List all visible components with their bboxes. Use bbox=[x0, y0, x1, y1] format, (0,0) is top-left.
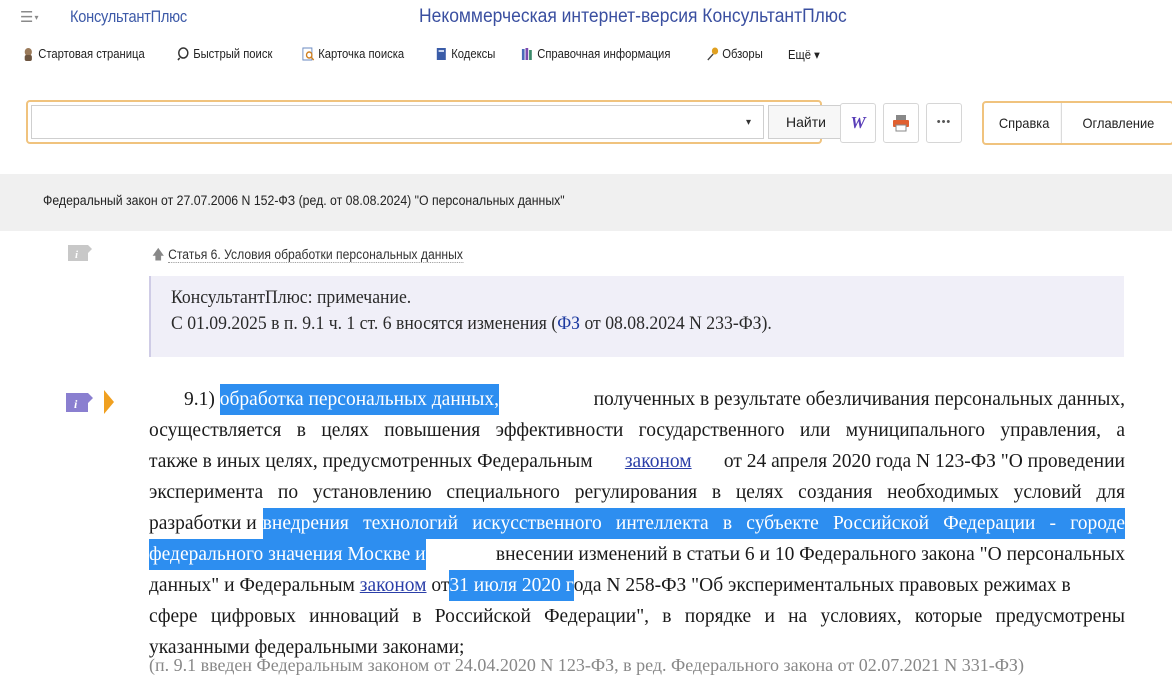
law-link[interactable]: законом bbox=[360, 570, 427, 601]
brand-logo[interactable]: КонсультантПлюс bbox=[70, 7, 187, 27]
text-line: федерального значения Москве и внесении … bbox=[149, 539, 1125, 570]
search-highlight: федерального значения Москве и bbox=[149, 539, 426, 570]
text-fragment: эксперимента по установлению специальног… bbox=[149, 482, 1125, 503]
search-bar: ▾ Найти bbox=[26, 100, 844, 144]
search-highlight: обработка персональных данных, bbox=[219, 384, 499, 415]
chevron-down-icon: ▾ bbox=[34, 13, 39, 23]
paragraph-number: 9.1) bbox=[184, 389, 215, 410]
text-fragment: данных" и Федеральным bbox=[149, 575, 355, 596]
find-button[interactable]: Найти bbox=[768, 105, 844, 139]
text-line: разработки и внедрения технологий искусс… bbox=[149, 508, 1125, 539]
chevron-down-icon: ▾ bbox=[745, 117, 752, 128]
search-card-icon bbox=[302, 47, 315, 61]
main-menu-button[interactable]: ☰▾ bbox=[20, 8, 46, 28]
document-header: Федеральный закон от 27.07.2006 N 152-ФЗ… bbox=[0, 174, 1172, 231]
menu-item-label: Обзоры bbox=[722, 47, 763, 61]
text-line: 9.1) обработка персональных данных, полу… bbox=[149, 384, 1125, 415]
text-fragment: данных" и Федеральным законом от31 июля … bbox=[149, 570, 1071, 601]
menu-item-search-card[interactable]: Карточка поиска bbox=[302, 47, 405, 61]
note-heading: КонсультантПлюс: примечание. bbox=[171, 287, 412, 308]
article-row: i 🡅 Статья 6. Условия обработки персональ… bbox=[0, 231, 1172, 275]
article-link-label: Статья 6. Условия обработки персональных… bbox=[168, 247, 463, 263]
document-title: Федеральный закон от 27.07.2006 N 152-ФЗ… bbox=[43, 193, 565, 208]
note-text-before: С 01.09.2025 в п. 9.1 ч. 1 ст. 6 вносятс… bbox=[171, 313, 558, 334]
text-line: осуществляется в целях повышения эффекти… bbox=[149, 415, 1125, 446]
text-line: также в иных целях, предусмотренных Феде… bbox=[149, 446, 1125, 477]
menu-item-codes[interactable]: Кодексы bbox=[435, 47, 495, 61]
law-link[interactable]: законом bbox=[625, 446, 692, 477]
article-link[interactable]: 🡅 Статья 6. Условия обработки персональны… bbox=[152, 245, 463, 268]
search-history-dropdown[interactable]: ▾ bbox=[734, 105, 764, 139]
more-icon: ••• bbox=[936, 116, 952, 128]
text-line: сфере цифровых инноваций в Российской Фе… bbox=[149, 601, 1125, 632]
paragraph-info-icon[interactable]: i bbox=[66, 390, 116, 414]
tab-table-of-contents[interactable]: Оглавление bbox=[1069, 103, 1167, 143]
print-icon bbox=[893, 114, 909, 132]
title-bar: ☰▾ КонсультантПлюс Некоммерческая интерн… bbox=[0, 0, 1172, 36]
note-text: С 01.09.2025 в п. 9.1 ч. 1 ст. 6 вносятс… bbox=[171, 311, 1057, 337]
info-icon[interactable]: i bbox=[66, 244, 96, 262]
search-icon bbox=[177, 47, 189, 61]
menu-item-label: Карточка поиска bbox=[318, 47, 405, 61]
search-highlight: внедрения технологий искусственного инте… bbox=[262, 508, 1125, 539]
text-line: эксперимента по установлению специальног… bbox=[149, 477, 1125, 508]
consultant-note: КонсультантПлюс: примечание. С 01.09.202… bbox=[149, 276, 1124, 357]
menu-item-label: Ещё ▾ bbox=[788, 47, 820, 62]
text-fragment: от 24 апреля 2020 года N 123-ФЗ "О прове… bbox=[723, 451, 1125, 472]
menu-item-start-page[interactable]: Стартовая страница bbox=[22, 47, 145, 61]
amendment-note-partial: (п. 9.1 введен Федеральным законом от 24… bbox=[149, 655, 1024, 675]
app-title: Некоммерческая интернет-версия Консульта… bbox=[419, 6, 847, 27]
home-icon bbox=[24, 48, 32, 61]
text-fragment: внесении изменений в статьи 6 и 10 Федер… bbox=[495, 544, 1125, 565]
reference-icon bbox=[521, 48, 532, 60]
text-fragment: полученных в результате обезличивания пе… bbox=[593, 389, 1125, 410]
print-button[interactable] bbox=[883, 103, 919, 143]
export-word-button[interactable]: W bbox=[840, 103, 876, 143]
main-toolbar: Стартовая страница Быстрый поиск Карточк… bbox=[0, 36, 1172, 72]
text-fragment: разработки и bbox=[149, 513, 257, 534]
menu-item-quick-search[interactable]: Быстрый поиск bbox=[177, 47, 273, 61]
text-fragment: от bbox=[431, 575, 450, 596]
text-fragment: ода N 258-ФЗ "Об экспериментальных право… bbox=[573, 575, 1071, 596]
search-input[interactable] bbox=[31, 105, 735, 139]
menu-item-label: Стартовая страница bbox=[38, 47, 145, 61]
text-fragment: 9.1) обработка персональных данных, bbox=[149, 384, 499, 415]
note-text-after: от 08.08.2024 N 233-ФЗ). bbox=[580, 313, 772, 334]
paragraph-9-1: 9.1) обработка персональных данных, полу… bbox=[149, 384, 1125, 663]
text-fragment: осуществляется в целях повышения эффекти… bbox=[149, 420, 1125, 441]
more-button[interactable]: ••• bbox=[926, 103, 962, 143]
menu-item-more[interactable]: Ещё ▾ bbox=[788, 47, 820, 62]
pin-icon bbox=[707, 47, 719, 61]
right-panel-tabs: Справка Оглавление bbox=[982, 101, 1172, 145]
word-icon: W bbox=[850, 113, 866, 132]
text-line: данных" и Федеральным законом от31 июля … bbox=[149, 570, 1125, 601]
text-fragment: сфере цифровых инноваций в Российской Фе… bbox=[149, 606, 1125, 627]
hamburger-icon: ☰ bbox=[20, 9, 34, 26]
menu-item-label: Справочная информация bbox=[537, 47, 671, 61]
arrow-up-icon: 🡅 bbox=[152, 247, 165, 262]
menu-item-reviews[interactable]: Обзоры bbox=[706, 47, 763, 61]
menu-item-label: Кодексы bbox=[451, 47, 496, 61]
note-law-link[interactable]: ФЗ bbox=[557, 313, 580, 334]
text-fragment: также в иных целях, предусмотренных Феде… bbox=[149, 451, 593, 472]
menu-item-reference[interactable]: Справочная информация bbox=[521, 47, 670, 61]
menu-item-label: Быстрый поиск bbox=[193, 47, 273, 61]
search-highlight: 31 июля 2020 г bbox=[449, 570, 574, 601]
book-icon bbox=[436, 48, 446, 60]
tab-help[interactable]: Справка bbox=[987, 103, 1062, 143]
